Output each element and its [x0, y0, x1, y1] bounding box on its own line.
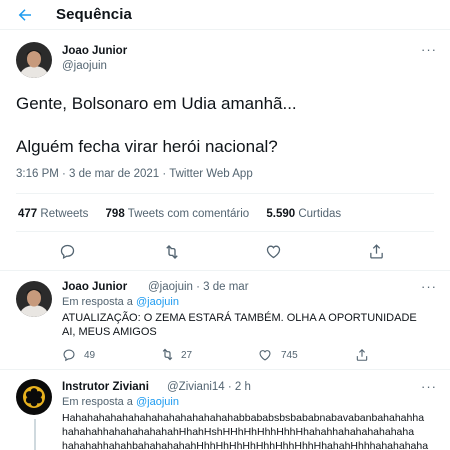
- top-bar: Sequência: [0, 0, 450, 30]
- retweet-count: 27: [181, 350, 193, 361]
- reply-text-line-2: hahahahhahahahahahahHhahHshHHhHhHhhHhhHh…: [62, 426, 415, 438]
- thread-line: [34, 419, 36, 450]
- more-options-icon[interactable]: ···: [421, 279, 437, 294]
- reply-icon[interactable]: [62, 348, 76, 362]
- reply-text-line-1: Hahahahahahahahahahahahahahahabbababsbsb…: [62, 412, 425, 424]
- author-handle-time[interactable]: @Ziviani14 · 2 h: [167, 381, 251, 393]
- divider: [16, 193, 434, 194]
- tweet-timestamp[interactable]: 3:16 PM · 3 de mar de 2021 · Twitter Web…: [16, 168, 253, 180]
- like-count: 745: [281, 350, 298, 361]
- retweet-icon[interactable]: [163, 243, 181, 261]
- more-options-icon[interactable]: ···: [421, 42, 437, 57]
- reply-text: ATUALIZAÇÃO: O ZEMA ESTARÁ TAMBÉM. OLHA …: [62, 312, 417, 338]
- divider: [0, 270, 450, 271]
- back-arrow-icon[interactable]: [16, 6, 34, 24]
- author-handle-time[interactable]: @jaojuin · 3 de mar: [148, 281, 249, 293]
- page-title: Sequência: [56, 6, 132, 23]
- author-name[interactable]: Joao Junior: [62, 45, 127, 57]
- retweets-stat[interactable]: 477 Retweets: [18, 208, 88, 220]
- likes-stat[interactable]: 5.590 Curtidas: [266, 208, 341, 220]
- tweet-text-line-1: Gente, Bolsonaro em Udia amanhã...: [16, 94, 297, 113]
- divider: [0, 369, 450, 370]
- tweet-text-line-2: Alguém fecha virar herói nacional?: [16, 137, 278, 156]
- author-name[interactable]: Joao Junior: [62, 281, 127, 293]
- like-icon[interactable]: [258, 348, 272, 362]
- avatar[interactable]: [16, 42, 52, 78]
- share-icon[interactable]: [368, 243, 385, 260]
- mention-link[interactable]: @jaojuin: [136, 296, 179, 308]
- avatar[interactable]: [16, 281, 52, 317]
- divider: [16, 231, 434, 232]
- avatar[interactable]: [16, 379, 52, 415]
- reply-context: Em resposta a @jaojuin: [62, 396, 179, 408]
- reply-text-line-3: hahahahhahahbahahahahahHhhHhHhHhHhhHhhHh…: [62, 440, 429, 450]
- tweet-stats: 477 Retweets 798 Tweets com comentário 5…: [18, 208, 355, 220]
- more-options-icon[interactable]: ···: [421, 379, 437, 394]
- like-icon[interactable]: [265, 243, 282, 260]
- reply-icon[interactable]: [59, 243, 76, 260]
- mention-link[interactable]: @jaojuin: [136, 396, 179, 408]
- author-name[interactable]: Instrutor Ziviani: [62, 381, 149, 393]
- retweet-icon[interactable]: [160, 347, 175, 362]
- author-handle[interactable]: @jaojuin: [62, 60, 107, 72]
- quote-tweets-stat[interactable]: 798 Tweets com comentário: [106, 208, 250, 220]
- reply-context: Em resposta a @jaojuin: [62, 296, 179, 308]
- share-icon[interactable]: [355, 348, 369, 362]
- reply-count: 49: [84, 350, 96, 361]
